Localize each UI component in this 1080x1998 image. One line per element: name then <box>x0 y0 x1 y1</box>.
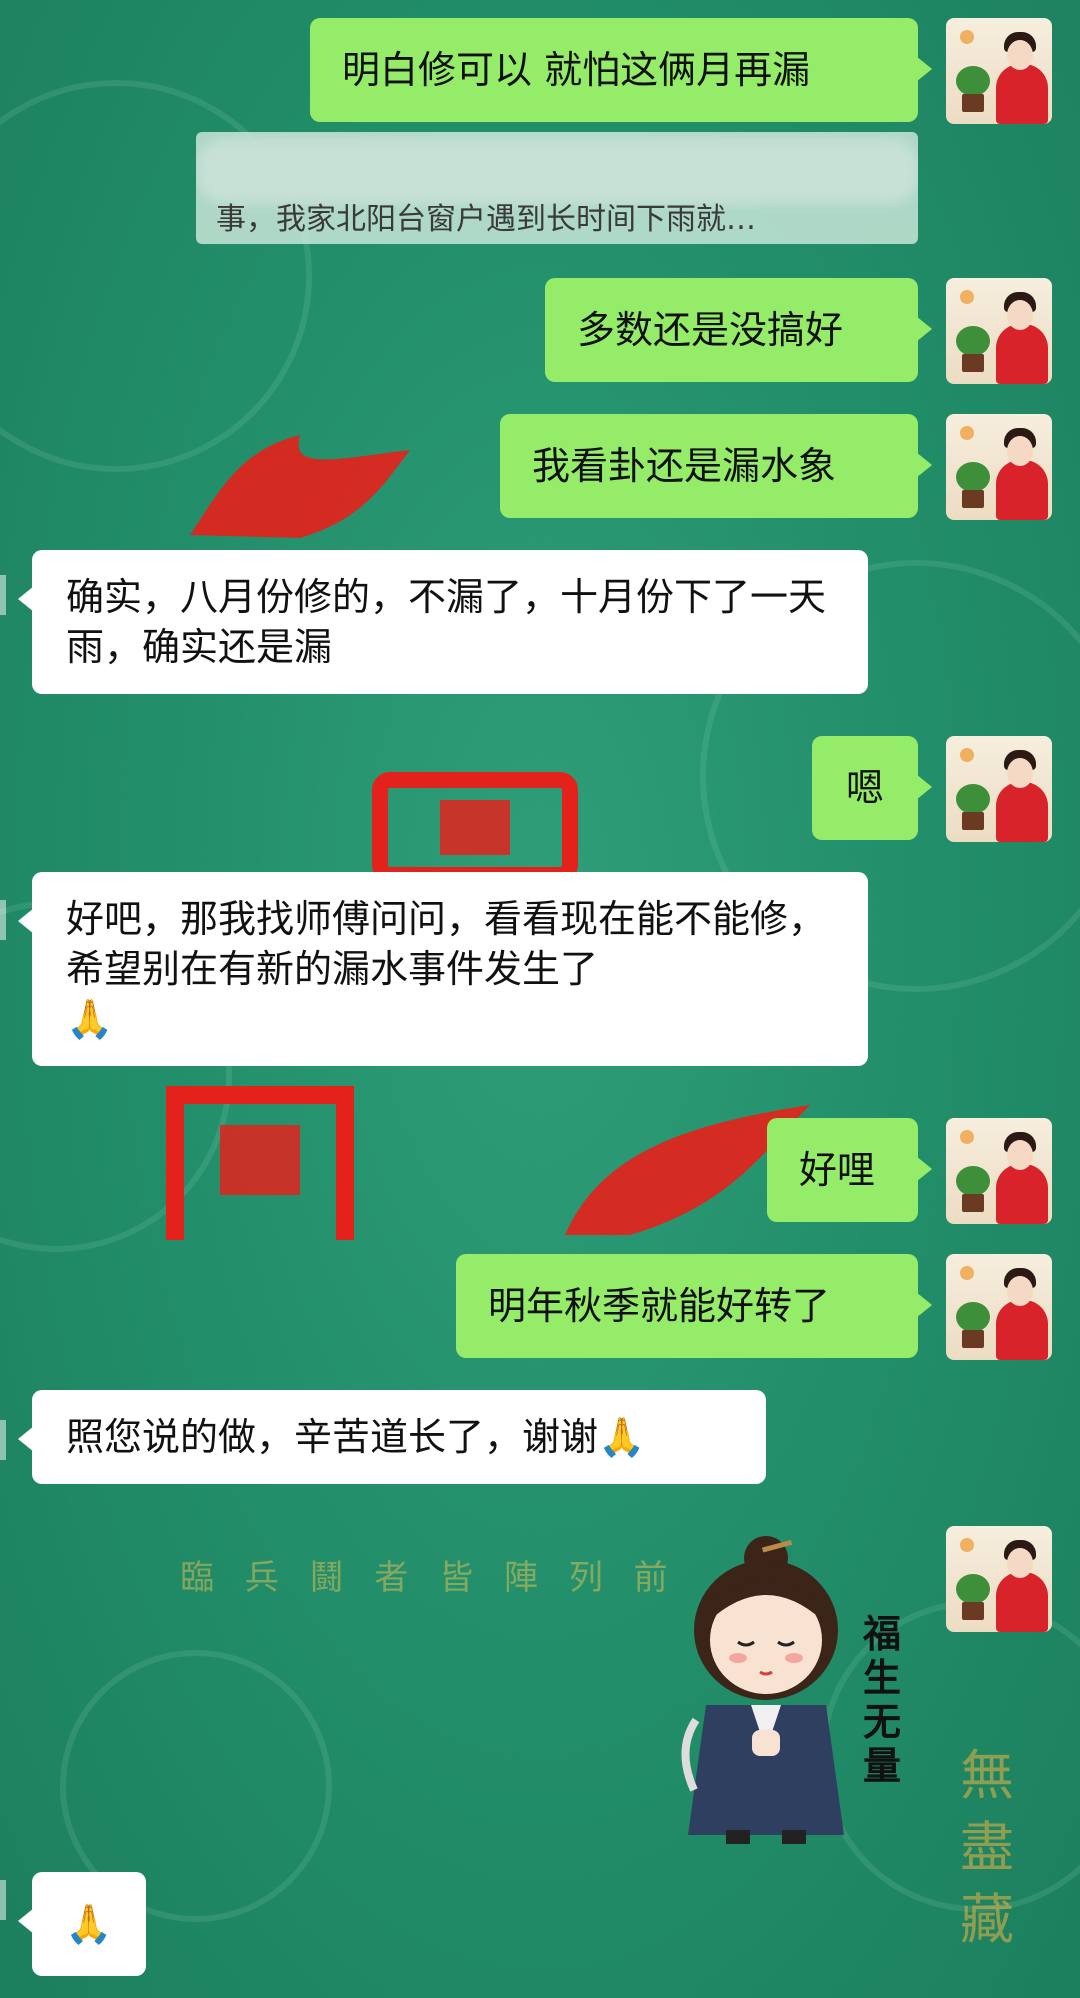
edge-indicator <box>0 1880 6 1920</box>
red-seal-ornament <box>372 772 578 880</box>
outgoing-message[interactable]: 多数还是没搞好 <box>545 278 932 382</box>
avatar[interactable] <box>946 736 1052 842</box>
message-text: 明白修可以 就怕这俩月再漏 <box>342 48 811 92</box>
outgoing-message[interactable]: 我看卦还是漏水象 <box>500 414 932 518</box>
pray-emoji-icon: 🙏 <box>66 997 114 1041</box>
incoming-message[interactable]: 确实，八月份修的，不漏了，十月份下了一天雨，确实还是漏 <box>18 550 868 694</box>
message-text: 明年秋季就能好转了 <box>488 1284 831 1328</box>
message-text: 好哩 <box>799 1148 876 1192</box>
avatar[interactable] <box>946 18 1052 124</box>
incoming-message[interactable]: 🙏 <box>18 1872 146 1976</box>
quoted-text: 事，我家北阳台窗户遇到长时间下雨就… <box>216 202 756 237</box>
red-flame-ornament <box>190 435 410 538</box>
red-door-ornament <box>166 1086 354 1240</box>
avatar[interactable] <box>946 1526 1052 1632</box>
pray-emoji-icon: 🙏 <box>598 1415 646 1459</box>
edge-indicator <box>0 900 6 940</box>
sticker-caption: 福生无量 <box>862 1611 901 1788</box>
incoming-message[interactable]: 照您说的做，辛苦道长了，谢谢🙏 <box>18 1390 766 1484</box>
message-text: 确实，八月份修的，不漏了，十月份下了一天雨，确实还是漏 <box>66 575 827 669</box>
background-corner-text: 無盡藏 <box>960 1744 1014 1951</box>
outgoing-message[interactable]: 明白修可以 就怕这俩月再漏 <box>310 18 932 122</box>
outgoing-message[interactable]: 明年秋季就能好转了 <box>456 1254 932 1358</box>
outgoing-message[interactable]: 嗯 <box>812 736 932 840</box>
edge-indicator <box>0 575 6 615</box>
message-text: 我看卦还是漏水象 <box>532 444 837 488</box>
message-text: 多数还是没搞好 <box>577 308 844 352</box>
message-text: 嗯 <box>845 766 884 810</box>
sticker-illustration <box>681 1536 844 1844</box>
avatar[interactable] <box>946 1254 1052 1360</box>
avatar[interactable] <box>946 278 1052 384</box>
avatar[interactable] <box>946 1118 1052 1224</box>
pray-emoji-icon: 🙏 <box>65 1902 113 1946</box>
edge-indicator <box>0 1420 6 1460</box>
incoming-message[interactable]: 好吧，那我找师傅问问，看看现在能不能修，希望别在有新的漏水事件发生了 🙏 <box>18 872 868 1066</box>
background-banner-text: 臨 兵 鬪 者 皆 陣 列 前 <box>180 1558 678 1598</box>
outgoing-message[interactable]: 好哩 <box>767 1118 932 1222</box>
avatar[interactable] <box>946 414 1052 520</box>
message-text: 照您说的做，辛苦道长了，谢谢 <box>66 1415 599 1459</box>
message-text: 好吧，那我找师傅问问，看看现在能不能修，希望别在有新的漏水事件发生了 <box>66 897 827 991</box>
quoted-message[interactable]: 事，我家北阳台窗户遇到长时间下雨就… <box>196 132 918 244</box>
